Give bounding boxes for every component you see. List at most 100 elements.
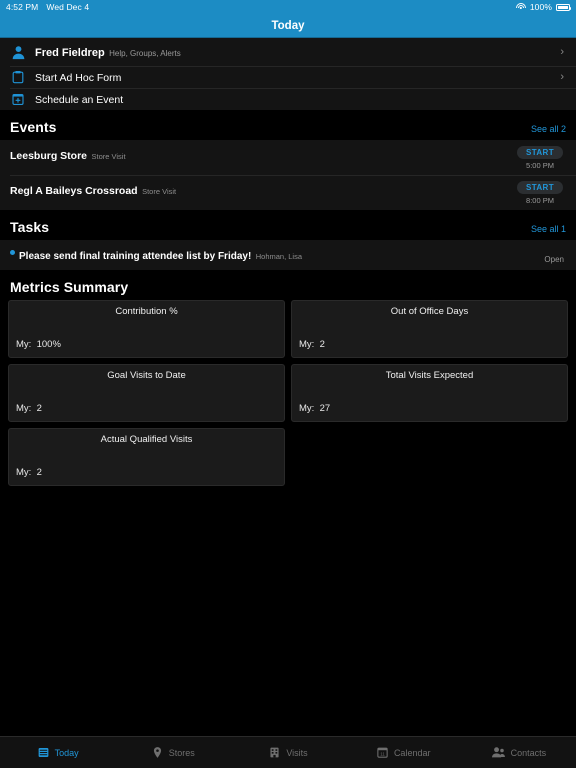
event-name: Leesburg Store [10, 150, 88, 162]
event-type: Store Visit [91, 152, 126, 161]
table-row[interactable]: Regl A Baileys Crossroad Store Visit STA… [0, 175, 576, 210]
tasks-see-all-link[interactable]: See all 1 [531, 224, 566, 235]
today-list-icon [37, 746, 50, 759]
profile-subtitle: Help, Groups, Alerts [109, 49, 181, 58]
battery-percent: 100% [529, 2, 552, 12]
event-time: 5:00 PM [526, 161, 554, 170]
task-assignee: Hohman, Lisa [255, 252, 303, 261]
metric-card-title: Goal Visits to Date [107, 370, 186, 381]
tasks-list: Please send final training attendee list… [0, 240, 576, 270]
metric-card[interactable]: Actual Qualified Visits My: 2 [8, 428, 285, 486]
status-badge: Open [544, 255, 564, 264]
metric-card-label: My: [299, 339, 315, 350]
metric-card-value: My: 100% [16, 339, 277, 350]
schedule-an-event-label: Schedule an Event [35, 94, 124, 106]
task-text: Please send final training attendee list… [19, 246, 544, 264]
tab-contacts-label: Contacts [510, 747, 547, 758]
status-time: 4:52 PM [6, 2, 39, 12]
event-actions: START 5:00 PM [512, 146, 568, 170]
tab-today[interactable]: Today [0, 746, 115, 759]
metric-card-label: My: [16, 403, 32, 414]
start-button[interactable]: START [516, 181, 564, 194]
start-ad-hoc-form-label: Start Ad Hoc Form [35, 72, 122, 84]
calendar-icon: 11 [376, 746, 389, 759]
metrics-section-header: Metrics Summary [0, 270, 576, 300]
event-text: Leesburg Store Store Visit [10, 146, 512, 164]
metric-card[interactable]: Contribution % My: 100% [8, 300, 285, 358]
tab-today-label: Today [54, 747, 79, 758]
tab-contacts[interactable]: Contacts [461, 746, 576, 759]
event-actions: START 8:00 PM [512, 181, 568, 205]
metric-card-value: My: 2 [299, 339, 560, 350]
profile-name: Fred Fieldrep [35, 47, 105, 59]
metric-card-value: My: 27 [299, 403, 560, 414]
task-title: Please send final training attendee list… [19, 251, 252, 262]
schedule-an-event-row[interactable]: Schedule an Event [0, 88, 576, 110]
tab-calendar[interactable]: 11 Calendar [346, 746, 461, 759]
events-see-all-link[interactable]: See all 2 [531, 124, 566, 135]
metric-card-value: My: 2 [16, 467, 277, 478]
battery-full-icon [556, 3, 572, 11]
svg-text:11: 11 [380, 751, 385, 756]
wifi-icon [515, 3, 526, 11]
metric-card-title: Contribution % [115, 306, 178, 317]
metrics-grid: Contribution % My: 100% Out of Office Da… [8, 300, 568, 486]
map-pin-icon [151, 746, 164, 759]
metric-card-value: My: 2 [16, 403, 277, 414]
metric-card-number: 2 [36, 467, 42, 478]
start-button[interactable]: START [516, 146, 564, 159]
status-bar-right: 100% [515, 2, 572, 12]
tasks-section-header: Tasks See all 1 [0, 210, 576, 240]
metric-card[interactable]: Total Visits Expected My: 27 [291, 364, 568, 422]
list-item[interactable]: Please send final training attendee list… [0, 240, 576, 270]
event-type: Store Visit [142, 187, 177, 196]
scroll-content: Fred Fieldrep Help, Groups, Alerts › Sta… [0, 38, 576, 736]
tab-visits[interactable]: Visits [230, 746, 345, 759]
start-ad-hoc-form-row[interactable]: Start Ad Hoc Form › [0, 66, 576, 88]
metric-card[interactable]: Goal Visits to Date My: 2 [8, 364, 285, 422]
person-icon [10, 44, 26, 60]
metric-card-label: My: [16, 467, 32, 478]
unread-dot-icon [10, 250, 15, 255]
schedule-an-event-text: Schedule an Event [35, 90, 566, 108]
metric-card-label: My: [299, 403, 315, 414]
events-title: Events [10, 119, 57, 135]
profile-text: Fred Fieldrep Help, Groups, Alerts [35, 43, 551, 61]
calendar-plus-icon [10, 91, 26, 107]
metric-card-title: Out of Office Days [390, 306, 469, 317]
status-bar-left: 4:52 PM Wed Dec 4 [6, 2, 89, 12]
chevron-right-icon: › [560, 46, 564, 58]
navigation-bar: Today [0, 14, 576, 38]
page-title: Today [271, 19, 305, 32]
event-name: Regl A Baileys Crossroad [10, 185, 138, 197]
tab-visits-label: Visits [286, 747, 308, 758]
chevron-right-icon: › [560, 71, 564, 83]
metric-card-title: Total Visits Expected [385, 370, 474, 381]
metric-card-title: Actual Qualified Visits [100, 434, 193, 445]
clipboard-icon [10, 69, 26, 85]
metric-card-label: My: [16, 339, 32, 350]
tab-calendar-label: Calendar [393, 747, 431, 758]
tasks-title: Tasks [10, 219, 50, 235]
table-row[interactable]: Leesburg Store Store Visit START 5:00 PM [0, 140, 576, 175]
status-bar: 4:52 PM Wed Dec 4 100% [0, 0, 576, 14]
metrics-title: Metrics Summary [10, 279, 129, 295]
quick-actions-group: Fred Fieldrep Help, Groups, Alerts › Sta… [0, 38, 576, 110]
building-icon [268, 746, 281, 759]
status-date: Wed Dec 4 [46, 2, 90, 12]
metric-card-number: 2 [36, 403, 42, 414]
tab-bar: Today Stores Visits 11 Calendar Contacts [0, 736, 576, 768]
events-list: Leesburg Store Store Visit START 5:00 PM… [0, 140, 576, 210]
metric-card-number: 2 [319, 339, 325, 350]
metrics-summary: Contribution % My: 100% Out of Office Da… [0, 300, 576, 486]
metric-card-number: 100% [36, 339, 61, 350]
app-root: 4:52 PM Wed Dec 4 100% Today Fred Fieldr… [0, 0, 576, 768]
profile-row[interactable]: Fred Fieldrep Help, Groups, Alerts › [0, 38, 576, 66]
tab-stores[interactable]: Stores [115, 746, 230, 759]
metric-card-number: 27 [319, 403, 331, 414]
event-text: Regl A Baileys Crossroad Store Visit [10, 181, 512, 199]
people-icon [491, 746, 506, 759]
tab-stores-label: Stores [168, 747, 195, 758]
start-ad-hoc-form-text: Start Ad Hoc Form [35, 68, 551, 86]
metric-card[interactable]: Out of Office Days My: 2 [291, 300, 568, 358]
